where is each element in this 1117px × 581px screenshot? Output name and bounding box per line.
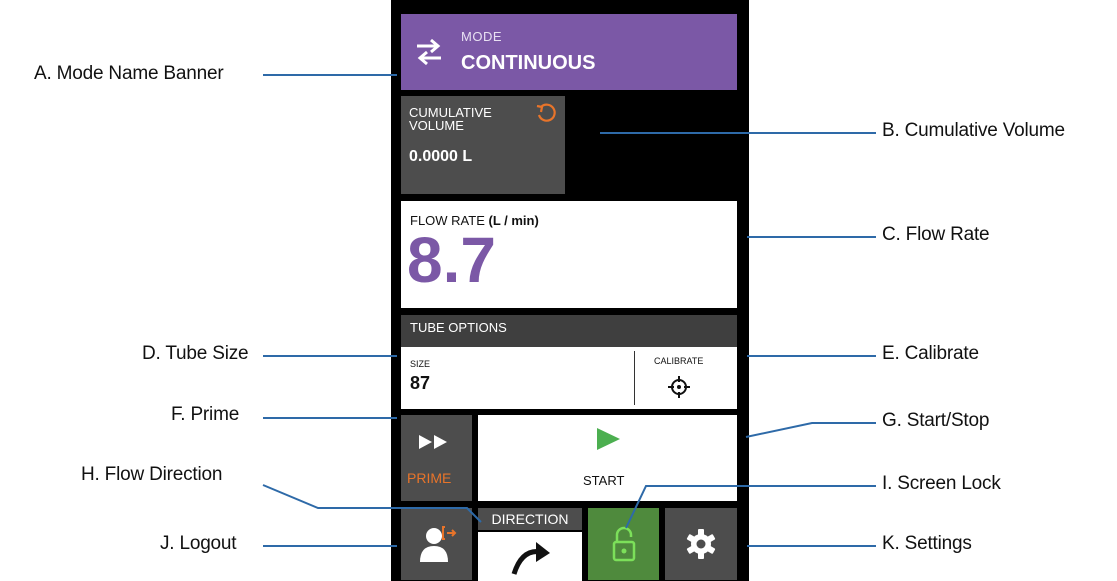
callout-logout: J. Logout [160,533,237,554]
callout-mode-banner: A. Mode Name Banner [34,63,224,84]
callout-calibrate: E. Calibrate [882,343,979,364]
line-g [745,422,876,438]
line-h [262,484,482,523]
callout-flow-rate: C. Flow Rate [882,224,990,245]
callout-flow-direction: H. Flow Direction [81,464,223,485]
line-i [625,485,876,529]
callout-prime: F. Prime [171,404,240,425]
callout-cumulative-volume: B. Cumulative Volume [882,120,1065,141]
callout-screen-lock: I. Screen Lock [882,473,1001,494]
callout-settings: K. Settings [882,533,972,554]
callout-start-stop: G. Start/Stop [882,410,990,431]
callout-tube-size: D. Tube Size [142,343,249,364]
